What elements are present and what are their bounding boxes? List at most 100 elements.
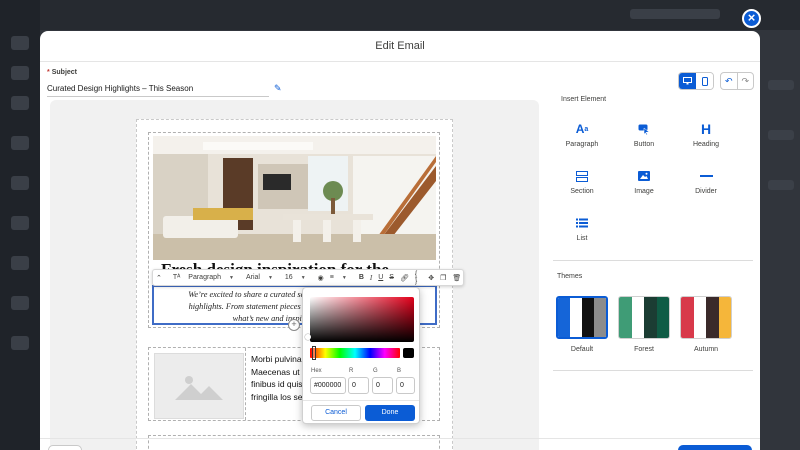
underline-icon[interactable]: U bbox=[378, 274, 383, 281]
living-room-photo bbox=[153, 136, 436, 260]
insert-element-title: Insert Element bbox=[561, 96, 607, 103]
edit-email-modal: Edit Email *Subject ✎ ↶ ↷ bbox=[40, 31, 760, 450]
footer-secondary-button[interactable] bbox=[48, 445, 82, 450]
modal-title: Edit Email bbox=[40, 31, 760, 62]
sidebar-icon bbox=[11, 66, 29, 80]
insert-divider[interactable]: Divider bbox=[676, 167, 736, 205]
sidebar-icon bbox=[11, 256, 29, 270]
background-topbar bbox=[40, 0, 800, 30]
font-select[interactable]: Arial ▼ bbox=[246, 274, 279, 281]
mobile-view-button[interactable] bbox=[696, 73, 713, 89]
g-input[interactable]: 0 bbox=[372, 377, 393, 394]
hue-slider[interactable] bbox=[310, 348, 400, 358]
mobile-icon bbox=[701, 76, 708, 86]
add-element-handle[interactable]: + bbox=[288, 319, 300, 331]
link-icon[interactable]: 🔗︎ bbox=[400, 274, 409, 282]
rich-text-toolbar: ⌃ Tᴬ Paragraph ▼ Arial ▼ 16 ▼ ◉ ≡ ▼ B I U S … bbox=[152, 269, 464, 286]
insert-image[interactable]: Image bbox=[614, 167, 674, 205]
device-preview-toggle bbox=[678, 72, 714, 90]
list-icon bbox=[552, 214, 612, 232]
chevron-down-icon: ▼ bbox=[341, 274, 347, 281]
b-label: B bbox=[397, 368, 402, 374]
redo-button[interactable]: ↷ bbox=[736, 73, 754, 89]
themes-title: Themes bbox=[557, 273, 583, 280]
sidebar-icon bbox=[11, 296, 29, 310]
redo-icon: ↷ bbox=[741, 75, 750, 86]
insert-list[interactable]: List bbox=[552, 214, 612, 252]
chevron-down-icon: ▼ bbox=[300, 274, 306, 281]
plus-icon: + bbox=[291, 319, 297, 329]
align-select[interactable]: ≡ ▼ bbox=[330, 274, 353, 281]
heading-icon: H bbox=[700, 121, 712, 137]
modal-footer-divider bbox=[40, 438, 760, 439]
theme-swatch bbox=[680, 296, 732, 339]
italic-icon[interactable]: I bbox=[370, 274, 372, 282]
color-picker-popover: Hex R G B #000000 0 0 0 Cancel Done bbox=[302, 287, 420, 424]
collapse-toolbar-icon[interactable]: ⌃ bbox=[156, 274, 162, 282]
undo-redo-group: ↶ ↷ bbox=[720, 72, 754, 90]
close-icon: × bbox=[747, 10, 756, 25]
font-size-select[interactable]: 16 ▼ bbox=[285, 274, 312, 281]
strikethrough-icon[interactable]: S bbox=[389, 274, 394, 281]
close-modal-button[interactable]: × bbox=[742, 9, 761, 28]
desktop-view-button[interactable] bbox=[679, 73, 696, 89]
duplicate-icon[interactable]: ❐ bbox=[440, 274, 446, 282]
theme-autumn[interactable]: Autumn bbox=[680, 296, 732, 362]
chevron-down-icon: ▼ bbox=[228, 274, 234, 281]
hue-slider-handle[interactable] bbox=[312, 346, 316, 360]
hex-input[interactable]: #000000 bbox=[310, 377, 346, 394]
theme-default[interactable]: Default bbox=[556, 296, 608, 362]
color-done-button[interactable]: Done bbox=[365, 405, 415, 421]
hex-label: Hex bbox=[311, 368, 322, 374]
theme-forest[interactable]: Forest bbox=[618, 296, 670, 362]
g-label: G bbox=[373, 368, 378, 374]
insert-paragraph[interactable]: Aa Paragraph bbox=[552, 120, 612, 158]
text-color-icon[interactable]: ◉ bbox=[318, 274, 324, 282]
sidebar-icon bbox=[11, 216, 29, 230]
image-icon bbox=[614, 167, 674, 185]
align-icon: ≡ bbox=[329, 274, 334, 281]
saturation-panel[interactable] bbox=[310, 297, 414, 342]
insert-button[interactable]: Button bbox=[614, 120, 674, 158]
insert-heading[interactable]: H Heading bbox=[676, 120, 736, 158]
image-placeholder[interactable] bbox=[154, 353, 244, 419]
saturation-handle[interactable] bbox=[305, 334, 311, 340]
r-label: R bbox=[349, 368, 354, 374]
insert-section[interactable]: Section bbox=[552, 167, 612, 205]
bold-icon[interactable]: B bbox=[359, 274, 364, 281]
background-sidebar bbox=[0, 0, 40, 450]
theme-swatch bbox=[556, 296, 608, 339]
format-select[interactable]: Tᴬ Paragraph ▼ bbox=[173, 274, 240, 281]
column-divider bbox=[245, 348, 246, 420]
sidebar-icon bbox=[11, 96, 29, 110]
image-placeholder-icon bbox=[175, 376, 223, 400]
pencil-icon[interactable]: ✎ bbox=[274, 83, 282, 94]
merge-field-icon[interactable]: { } bbox=[415, 271, 417, 285]
sidebar-icon bbox=[11, 176, 29, 190]
sidebar-icon bbox=[11, 36, 29, 50]
background-right-column bbox=[760, 60, 800, 450]
theme-swatch bbox=[618, 296, 670, 339]
trash-icon[interactable]: 🗑︎ bbox=[452, 274, 461, 282]
color-cancel-button[interactable]: Cancel bbox=[311, 405, 361, 421]
undo-button[interactable]: ↶ bbox=[721, 73, 737, 89]
b-input[interactable]: 0 bbox=[396, 377, 415, 394]
required-marker: * bbox=[47, 69, 50, 76]
divider-icon bbox=[676, 167, 736, 185]
r-input[interactable]: 0 bbox=[348, 377, 369, 394]
format-icon: Tᴬ bbox=[172, 274, 181, 281]
subject-input[interactable] bbox=[47, 81, 269, 97]
footer-primary-button[interactable] bbox=[678, 445, 752, 450]
desktop-icon bbox=[683, 77, 692, 85]
sidebar-icon bbox=[11, 336, 29, 350]
button-icon bbox=[614, 120, 674, 138]
subject-label: * Subject bbox=[47, 69, 78, 76]
hero-image[interactable] bbox=[153, 136, 436, 260]
panel-divider bbox=[553, 260, 753, 261]
sidebar-icon bbox=[11, 136, 29, 150]
panel-divider bbox=[553, 370, 753, 371]
color-preview-swatch bbox=[403, 348, 414, 358]
undo-icon: ↶ bbox=[724, 75, 733, 86]
move-icon[interactable]: ✥ bbox=[428, 274, 434, 282]
paragraph-icon: Aa bbox=[575, 122, 589, 136]
